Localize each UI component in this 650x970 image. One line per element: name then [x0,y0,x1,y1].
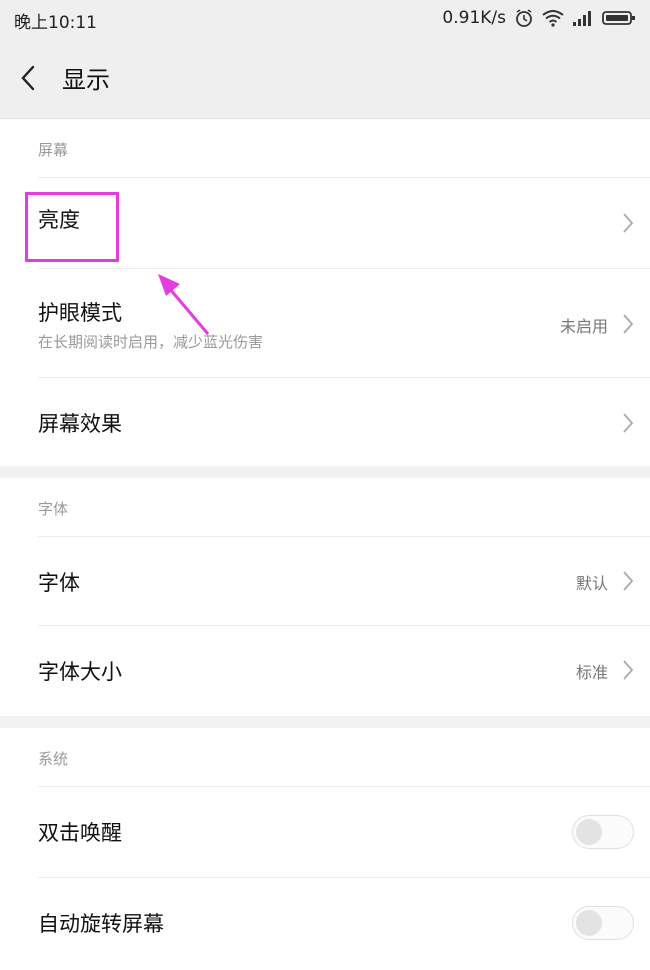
back-chevron-icon[interactable] [16,62,42,94]
section-header-system: 系统 [0,728,650,786]
section-header-font: 字体 [0,478,650,536]
status-icons: 0.91K/s [442,8,636,28]
chevron-right-icon [623,213,634,233]
section-divider [0,466,650,478]
page-title: 显示 [62,66,110,94]
alarm-icon [516,9,532,27]
double-tap-wake-row: 双击唤醒 [38,786,650,877]
font-size-title: 字体大小 [38,660,122,684]
brightness-row[interactable]: 亮度 [38,177,650,268]
screen-effect-title: 屏幕效果 [38,412,122,436]
chevron-right-icon [623,660,634,680]
status-time: 晚上10:11 [14,13,97,33]
signal-icon [573,11,591,26]
double-tap-wake-toggle[interactable] [572,815,634,849]
chevron-right-icon [623,571,634,591]
auto-rotate-title: 自动旋转屏幕 [38,912,164,936]
font-size-row[interactable]: 字体大小 标准 [38,625,650,716]
section-header-screen: 屏幕 [0,119,650,177]
annotation-arrow-icon [158,274,210,335]
toggle-knob [576,910,602,936]
eye-care-row[interactable]: 护眼模式 在长期阅读时启用，减少蓝光伤害 未启用 [38,268,650,377]
screen-effect-row[interactable]: 屏幕效果 [38,377,650,466]
section-header-label: 系统 [38,750,69,768]
font-row[interactable]: 字体 默认 [38,536,650,625]
auto-rotate-row: 自动旋转屏幕 [38,877,650,970]
auto-rotate-toggle[interactable] [572,906,634,940]
chevron-right-icon [623,413,634,433]
toggle-knob [576,819,602,845]
font-title: 字体 [38,571,80,595]
section-divider [0,716,650,728]
chevron-right-icon [623,314,634,334]
status-bar: 晚上10:11 0.91K/s [0,0,650,38]
section-header-label: 屏幕 [38,141,69,159]
font-size-value: 标准 [575,663,608,682]
eye-care-title: 护眼模式 [38,301,122,325]
battery-icon [602,11,635,25]
font-value: 默认 [575,574,608,593]
double-tap-wake-title: 双击唤醒 [38,821,122,845]
net-speed: 0.91K/s [442,8,506,28]
section-header-label: 字体 [38,500,69,518]
wifi-icon [542,10,564,27]
highlight-box [25,192,119,262]
title-bar: 显示 [0,38,650,119]
eye-care-value: 未启用 [559,317,608,336]
